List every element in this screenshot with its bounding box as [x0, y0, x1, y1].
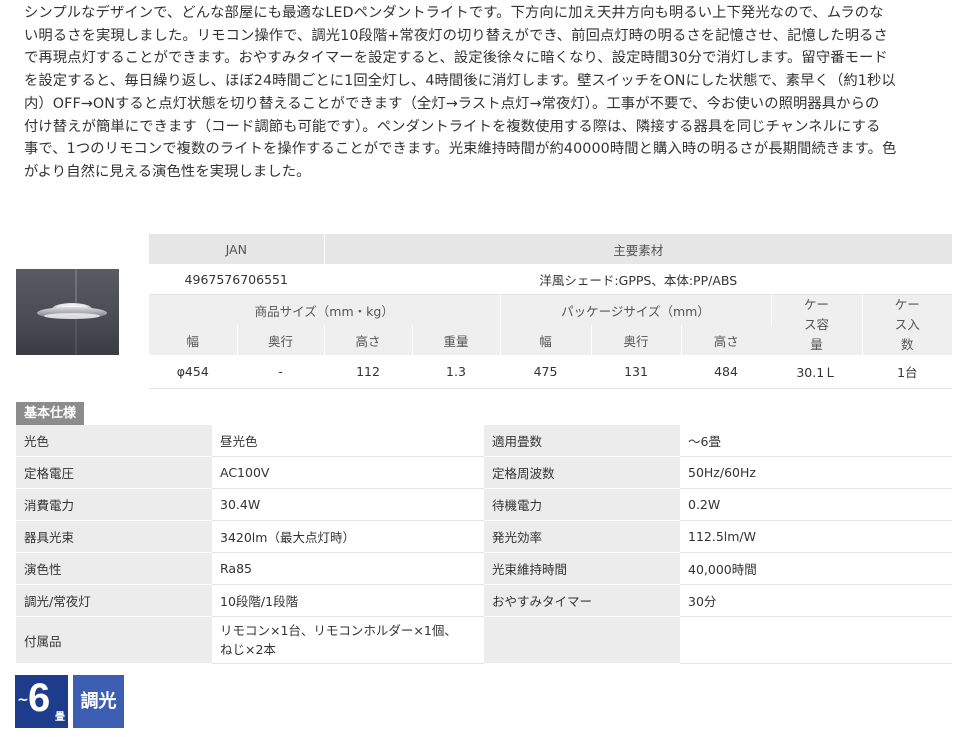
spec-label: 演色性: [16, 552, 212, 585]
spec-label: 適用畳数: [484, 425, 680, 457]
spec-value: Ra85: [212, 552, 484, 585]
spec-label: 定格周波数: [484, 456, 680, 489]
value-width: φ454: [149, 355, 238, 389]
tatami-unit: 畳: [55, 712, 65, 723]
product-size-header: 商品サイズ（mm・kg）: [149, 294, 501, 325]
material-value: 洋風シェード:GPPS、本体:PP/ABS: [324, 264, 953, 295]
case-volume-header: ケース容量: [771, 294, 863, 355]
col-depth: 奥行: [237, 325, 325, 355]
dimming-badge: 調光: [73, 675, 124, 728]
pendant-light-image: [37, 269, 107, 355]
spec-row: 定格電圧 AC100V 定格周波数 50Hz/60Hz: [16, 456, 952, 489]
case-qty-header: ケース入数: [862, 294, 953, 355]
spec-label: 発光効率: [484, 520, 680, 553]
col-pkg-height: 高さ: [681, 325, 771, 355]
spec-value: AC100V: [212, 456, 484, 489]
spec-label: 器具光束: [16, 520, 212, 553]
spec-label: おやすみタイマー: [484, 584, 680, 617]
spec-row: 調光/常夜灯 10段階/1段階 おやすみタイマー 30分: [16, 584, 952, 617]
col-width: 幅: [149, 325, 238, 355]
value-pkg-depth: 131: [591, 355, 682, 389]
col-pkg-width: 幅: [500, 325, 592, 355]
spec-row: 光色 昼光色 適用畳数 ～6畳: [16, 425, 952, 457]
tatami-badge: ~ 6 畳: [15, 675, 68, 728]
description-line: 付け替えが簡単にできます（コード調節も可能です）。ペンダントライトを複数使用する…: [24, 118, 881, 135]
description-line: い明るさを実現しました。リモコン操作で、調光10段階+常夜灯の切り替えができ、前…: [24, 27, 888, 44]
tatami-tilde: ~: [17, 692, 29, 708]
spec-value: 30.4W: [212, 488, 484, 521]
spec-row: 演色性 Ra85 光束維持時間 40,000時間: [16, 552, 952, 585]
accessories-line: ねじ×2本: [220, 642, 276, 657]
spec-label: 定格電圧: [16, 456, 212, 489]
description-line: シンプルなデザインで、どんな部屋にも最適なLEDペンダントライトです。下方向に加…: [24, 5, 884, 21]
value-case-volume: 30.1Ｌ: [771, 355, 863, 389]
spec-value: 10段階/1段階: [212, 584, 484, 617]
spec-value: ～6畳: [680, 425, 952, 457]
col-weight: 重量: [412, 325, 501, 355]
description-line: 内）OFF→ONすると点灯状態を切り替えることができます（全灯→ラスト点灯→常夜…: [24, 95, 880, 112]
empty-value: [680, 616, 952, 664]
material-header: 主要素材: [324, 234, 953, 264]
empty-label: [484, 616, 680, 664]
value-height: 112: [324, 355, 413, 389]
value-pkg-width: 475: [500, 355, 592, 389]
package-size-header: パッケージサイズ（mm）: [500, 294, 772, 325]
description-line: がより自然に見える演色性を実現しました。: [24, 163, 311, 180]
tatami-number: 6: [28, 676, 51, 720]
value-pkg-height: 484: [681, 355, 772, 389]
accessories-value: リモコン×1台、リモコンホルダー×1個、 ねじ×2本: [212, 616, 484, 664]
jan-value: 4967576706551: [149, 264, 325, 295]
spec-label: 光束維持時間: [484, 552, 680, 585]
spec-row: 消費電力 30.4W 待機電力 0.2W: [16, 488, 952, 521]
value-weight: 1.3: [412, 355, 501, 389]
basic-specs-title: 基本仕様: [16, 402, 84, 425]
spec-value: 3420lm（最大点灯時）: [212, 520, 484, 553]
spec-label: 調光/常夜灯: [16, 584, 212, 617]
spec-value: 30分: [680, 584, 952, 617]
spec-value: 40,000時間: [680, 552, 952, 585]
col-height: 高さ: [324, 325, 413, 355]
product-image: [16, 269, 119, 355]
spec-label: 消費電力: [16, 488, 212, 521]
description-line: 事で、1つのリモコンで複数のライトを操作することができます。光束維持時間が約40…: [24, 141, 897, 158]
spec-value: 50Hz/60Hz: [680, 456, 952, 489]
accessories-label: 付属品: [16, 616, 212, 664]
description-line: を設定すると、毎日繰り返し、ほぼ24時間ごとに1回全灯し、4時間後に消灯します。…: [24, 73, 896, 90]
spec-value: 昼光色: [212, 425, 484, 457]
spec-value: 0.2W: [680, 488, 952, 521]
accessories-line: リモコン×1台、リモコンホルダー×1個、: [220, 623, 457, 638]
col-pkg-depth: 奥行: [591, 325, 682, 355]
spec-label: 待機電力: [484, 488, 680, 521]
product-spec-table: JAN 主要素材 4967576706551 洋風シェード:GPPS、本体:PP…: [149, 234, 953, 389]
spec-row: 器具光束 3420lm（最大点灯時） 発光効率 112.5lm/W: [16, 520, 952, 553]
spec-row: 付属品 リモコン×1台、リモコンホルダー×1個、 ねじ×2本: [16, 616, 952, 664]
jan-header: JAN: [149, 234, 325, 264]
value-depth: -: [237, 355, 325, 389]
value-case-qty: 1台: [862, 355, 953, 389]
spec-label: 光色: [16, 425, 212, 457]
description-line: で再現点灯することができます。おやすみタイマーを設定すると、設定後徐々に暗くなり…: [24, 50, 888, 67]
basic-specs-table: 光色 昼光色 適用畳数 ～6畳 定格電圧 AC100V 定格周波数 50Hz/6…: [16, 425, 952, 664]
spec-value: 112.5lm/W: [680, 520, 952, 553]
product-description: シンプルなデザインで、どんな部屋にも最適なLEDペンダントライトです。下方向に加…: [24, 2, 944, 184]
